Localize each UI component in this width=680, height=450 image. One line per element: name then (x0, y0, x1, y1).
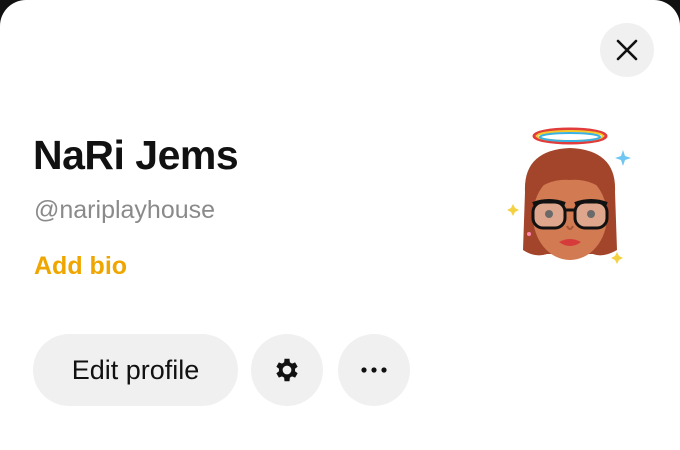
profile-sheet: NaRi Jems @nariplayhouse Add bio Edit pr… (0, 0, 680, 450)
display-name: NaRi Jems (33, 132, 239, 178)
username: @nariplayhouse (34, 196, 216, 224)
more-horizontal-icon (361, 367, 387, 373)
close-button[interactable] (600, 23, 654, 77)
add-bio-link[interactable]: Add bio (34, 252, 127, 281)
gear-icon (276, 358, 298, 382)
more-options-button[interactable] (338, 334, 410, 406)
settings-button[interactable] (251, 334, 323, 406)
bitmoji-avatar[interactable] (503, 122, 638, 270)
edit-profile-button[interactable]: Edit profile (33, 334, 238, 406)
close-icon (616, 39, 638, 61)
